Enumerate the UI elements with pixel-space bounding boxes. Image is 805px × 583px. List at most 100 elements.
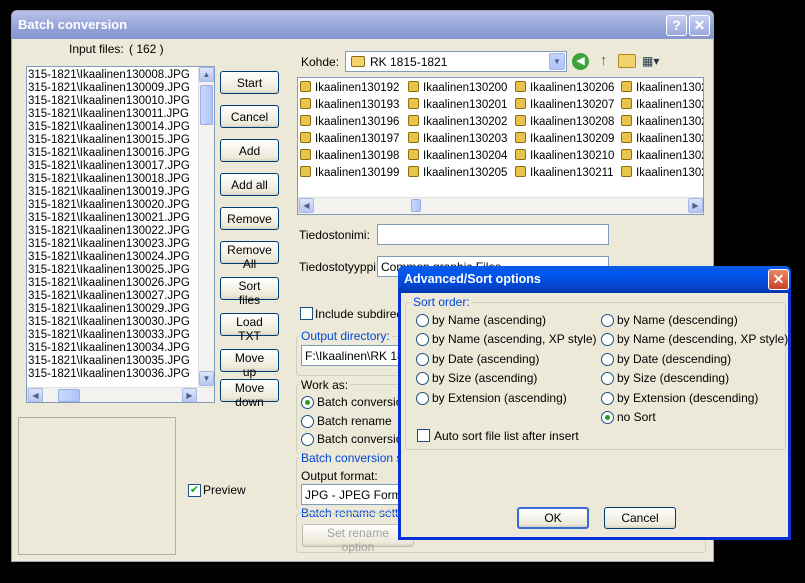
up-folder-icon[interactable]: ↑ <box>595 52 612 70</box>
sort-option-radio[interactable] <box>601 314 614 327</box>
input-file-item[interactable]: 315-1821\Ikaalinen130024.JPG <box>28 251 198 264</box>
sort-option-radio[interactable] <box>601 411 614 424</box>
input-file-item[interactable]: 315-1821\Ikaalinen130033.JPG <box>28 329 198 342</box>
sort-option-radio[interactable] <box>416 352 429 366</box>
scroll-thumb[interactable] <box>200 85 213 125</box>
input-file-list[interactable]: 315-1821\Ikaalinen130008.JPG 315-1821\Ika… <box>26 66 215 403</box>
sort-option-radio[interactable] <box>601 352 614 366</box>
input-file-item[interactable]: 315-1821\Ikaalinen130030.JPG <box>28 316 198 329</box>
close-button[interactable]: ✕ <box>689 15 710 36</box>
input-file-item[interactable]: 315-1821\Ikaalinen130019.JPG <box>28 186 198 199</box>
file-item[interactable]: Ikaalinen130200 <box>408 81 507 97</box>
sort-option-radio[interactable] <box>416 391 429 405</box>
file-item[interactable]: Ikaalinen130204 <box>408 149 507 165</box>
input-file-item[interactable]: 315-1821\Ikaalinen130026.JPG <box>28 277 198 290</box>
dialog-titlebar[interactable]: Advanced/Sort options ✕ <box>398 266 791 293</box>
file-item[interactable]: Ikaalinen130199 <box>300 166 399 182</box>
file-item[interactable]: Ikaalinen1302 <box>621 166 703 182</box>
input-file-item[interactable]: 315-1821\Ikaalinen130014.JPG <box>28 121 198 134</box>
input-file-item[interactable]: 315-1821\Ikaalinen130009.JPG <box>28 82 198 95</box>
scroll-left-icon[interactable]: ◀ <box>299 198 314 213</box>
input-file-item[interactable]: 315-1821\Ikaalinen130023.JPG <box>28 238 198 251</box>
input-file-item[interactable]: 315-1821\Ikaalinen130035.JPG <box>28 355 198 368</box>
file-item[interactable]: Ikaalinen1302 <box>621 115 703 131</box>
file-item[interactable]: Ikaalinen130207 <box>515 98 614 114</box>
dialog-close-button[interactable]: ✕ <box>768 269 789 290</box>
folder-combo[interactable]: RK 1815-1821 ▼ <box>345 51 567 72</box>
add-button[interactable]: Add <box>220 139 279 162</box>
back-icon[interactable]: ◀ <box>572 53 589 70</box>
cancel-button[interactable]: Cancel <box>220 105 279 128</box>
auto-sort-checkbox[interactable] <box>417 429 430 442</box>
file-item[interactable]: Ikaalinen130192 <box>300 81 399 97</box>
preview-checkbox[interactable]: ✔ <box>188 484 201 497</box>
sort-files-button[interactable]: Sort files <box>220 277 279 307</box>
new-folder-icon[interactable] <box>618 54 636 68</box>
input-file-item[interactable]: 315-1821\Ikaalinen130025.JPG <box>28 264 198 277</box>
dialog-cancel-button[interactable]: Cancel <box>604 507 676 529</box>
file-item[interactable]: Ikaalinen1302 <box>621 81 703 97</box>
move-down-button[interactable]: Move down <box>220 379 279 409</box>
file-item[interactable]: Ikaalinen130203 <box>408 132 507 148</box>
help-button[interactable]: ? <box>666 15 687 36</box>
scroll-left-icon[interactable]: ◀ <box>28 388 43 402</box>
input-file-item[interactable]: 315-1821\Ikaalinen130034.JPG <box>28 342 198 355</box>
filename-input[interactable] <box>377 224 609 245</box>
work-as-batch-conversion-2-radio[interactable] <box>301 433 314 446</box>
file-item[interactable]: Ikaalinen1302 <box>621 149 703 165</box>
input-list-hscrollbar[interactable]: ◀ ▶ <box>27 387 214 402</box>
ok-button[interactable]: OK <box>517 507 589 529</box>
output-format-combo[interactable]: JPG - JPEG Format <box>301 484 412 505</box>
load-txt-button[interactable]: Load TXT <box>220 313 279 343</box>
window-titlebar[interactable]: Batch conversion ? ✕ <box>12 11 713 39</box>
remove-all-button[interactable]: Remove All <box>220 241 279 271</box>
input-file-item[interactable]: 315-1821\Ikaalinen130015.JPG <box>28 134 198 147</box>
file-item[interactable]: Ikaalinen130198 <box>300 149 399 165</box>
add-all-button[interactable]: Add all <box>220 173 279 196</box>
input-file-item[interactable]: 315-1821\Ikaalinen130017.JPG <box>28 160 198 173</box>
file-item[interactable]: Ikaalinen130202 <box>408 115 507 131</box>
input-file-item[interactable]: 315-1821\Ikaalinen130020.JPG <box>28 199 198 212</box>
input-file-item[interactable]: 315-1821\Ikaalinen130027.JPG <box>28 290 198 303</box>
chevron-down-icon[interactable]: ▼ <box>549 53 565 70</box>
input-file-item[interactable]: 315-1821\Ikaalinen130018.JPG <box>28 173 198 186</box>
output-directory-input[interactable]: F:\Ikaalinen\RK 181 <box>301 345 411 366</box>
scroll-right-icon[interactable]: ▶ <box>182 388 197 402</box>
input-file-item[interactable]: 315-1821\Ikaalinen130021.JPG <box>28 212 198 225</box>
scroll-right-icon[interactable]: ▶ <box>688 198 703 213</box>
hscroll-thumb[interactable] <box>58 389 80 402</box>
input-file-item[interactable]: 315-1821\Ikaalinen130029.JPG <box>28 303 198 316</box>
file-item[interactable]: Ikaalinen130196 <box>300 115 399 131</box>
scroll-up-icon[interactable]: ▲ <box>199 67 214 82</box>
file-item[interactable]: Ikaalinen130208 <box>515 115 614 131</box>
input-file-item[interactable]: 315-1821\Ikaalinen130022.JPG <box>28 225 198 238</box>
file-item[interactable]: Ikaalinen130197 <box>300 132 399 148</box>
scroll-down-icon[interactable]: ▼ <box>199 371 214 386</box>
file-item[interactable]: Ikaalinen130209 <box>515 132 614 148</box>
input-file-item[interactable]: 315-1821\Ikaalinen130011.JPG <box>28 108 198 121</box>
input-file-item[interactable]: 315-1821\Ikaalinen130036.JPG <box>28 368 198 381</box>
hscroll-thumb[interactable] <box>411 199 421 212</box>
file-item[interactable]: Ikaalinen1302 <box>621 132 703 148</box>
file-item[interactable]: Ikaalinen130201 <box>408 98 507 114</box>
move-up-button[interactable]: Move up <box>220 349 279 379</box>
input-file-item[interactable]: 315-1821\Ikaalinen130008.JPG <box>28 69 198 82</box>
input-file-item[interactable]: 315-1821\Ikaalinen130010.JPG <box>28 95 198 108</box>
file-item[interactable]: Ikaalinen130193 <box>300 98 399 114</box>
file-item[interactable]: Ikaalinen130211 <box>515 166 614 182</box>
file-item[interactable]: Ikaalinen130206 <box>515 81 614 97</box>
file-browser-list[interactable]: Ikaalinen130192 Ikaalinen130200 Ikaalinen1… <box>297 77 704 215</box>
file-item[interactable]: Ikaalinen130210 <box>515 149 614 165</box>
view-menu-icon[interactable]: ▦▾ <box>642 54 664 68</box>
file-item[interactable]: Ikaalinen1302 <box>621 98 703 114</box>
file-browser-hscrollbar[interactable]: ◀ ▶ <box>298 197 703 214</box>
file-item[interactable]: Ikaalinen130205 <box>408 166 507 182</box>
sort-option-radio[interactable] <box>601 391 614 405</box>
work-as-batch-conversion-radio[interactable] <box>301 396 314 409</box>
input-file-item[interactable]: 315-1821\Ikaalinen130016.JPG <box>28 147 198 160</box>
start-button[interactable]: Start <box>220 71 279 94</box>
input-list-vscrollbar[interactable]: ▲ ▼ <box>198 67 214 387</box>
sort-option-radio[interactable] <box>416 314 429 327</box>
include-subdirs-checkbox[interactable] <box>300 307 313 320</box>
work-as-batch-rename-radio[interactable] <box>301 415 314 428</box>
